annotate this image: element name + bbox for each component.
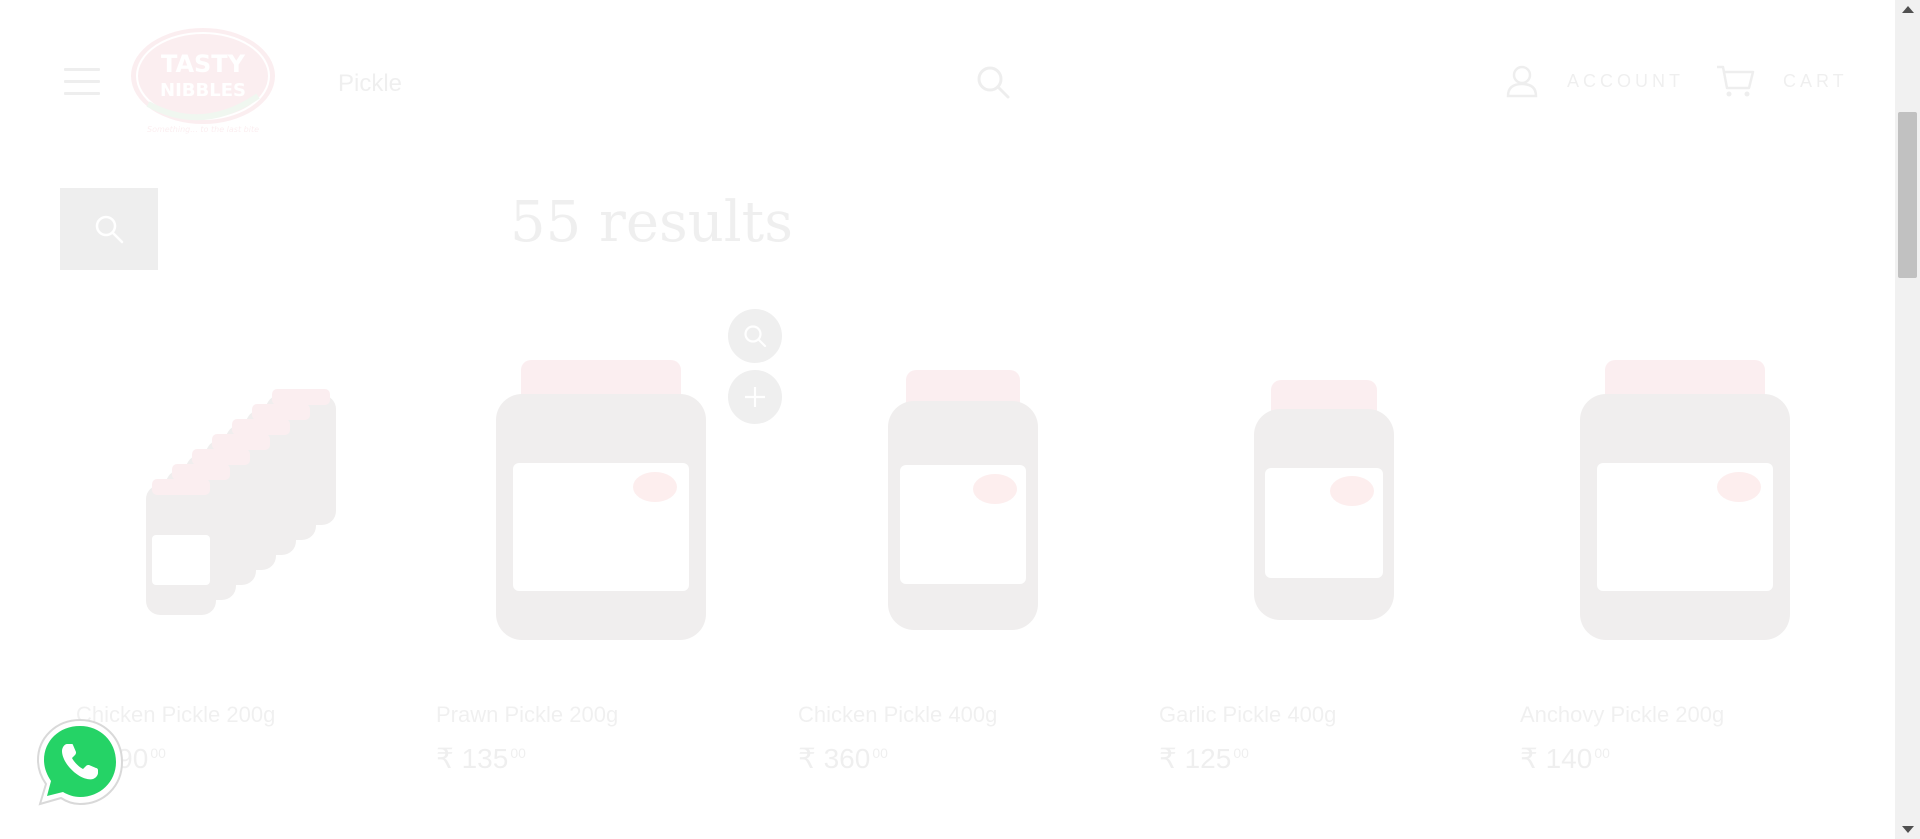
product-name[interactable]: Anchovy Pickle 200g	[1520, 702, 1724, 728]
scroll-up-arrow[interactable]	[1902, 6, 1914, 13]
whatsapp-button[interactable]	[32, 714, 128, 810]
search-input[interactable]	[338, 64, 978, 104]
search-icon	[95, 215, 124, 244]
svg-text:NIBBLES: NIBBLES	[160, 80, 246, 101]
product-price: ₹ 135 00	[436, 743, 526, 774]
brand-logo[interactable]: TASTY NIBBLES Something... to the last b…	[128, 24, 278, 136]
product-price: ₹ 125 00	[1159, 743, 1249, 774]
product-image	[798, 350, 1128, 650]
product-image	[1159, 350, 1489, 650]
product-card[interactable]: Anchovy Pickle 200g ₹ 140 00	[1520, 320, 1850, 790]
user-icon	[1506, 65, 1538, 98]
scroll-thumb[interactable]	[1898, 112, 1917, 278]
product-image	[76, 350, 406, 650]
cart-icon	[1717, 65, 1755, 97]
site-header: TASTY NIBBLES Something... to the last b…	[0, 0, 1895, 176]
account-label: ACCOUNT	[1567, 70, 1684, 91]
menu-button[interactable]	[64, 68, 100, 96]
hamburger-icon	[64, 68, 100, 71]
page-scrollbar[interactable]	[1895, 0, 1920, 839]
product-image	[1520, 350, 1850, 650]
product-name[interactable]: Garlic Pickle 400g	[1159, 702, 1336, 728]
product-image	[436, 350, 766, 650]
whatsapp-icon	[36, 718, 124, 806]
product-price: ₹ 140 00	[1520, 743, 1610, 774]
search-icon	[977, 66, 1010, 99]
filter-search-button[interactable]	[60, 188, 158, 270]
account-link[interactable]: ACCOUNT	[1505, 64, 1684, 98]
search-button[interactable]	[975, 64, 1011, 100]
cart-label: CART	[1783, 70, 1848, 91]
product-card[interactable]: Prawn Pickle 200g ₹ 135 00	[436, 320, 766, 790]
svg-text:TASTY: TASTY	[161, 50, 246, 78]
product-card[interactable]: Chicken Pickle 400g ₹ 360 00	[798, 320, 1128, 790]
scroll-down-arrow[interactable]	[1902, 826, 1914, 833]
product-name[interactable]: Prawn Pickle 200g	[436, 702, 618, 728]
results-title: 55 results	[510, 190, 793, 255]
product-name[interactable]: Chicken Pickle 400g	[798, 702, 997, 728]
svg-text:Something... to the last bite: Something... to the last bite	[147, 125, 259, 134]
product-price: ₹ 360 00	[798, 743, 888, 774]
cart-link[interactable]: CART	[1715, 64, 1848, 98]
product-card[interactable]: Garlic Pickle 400g ₹ 125 00	[1159, 320, 1489, 790]
